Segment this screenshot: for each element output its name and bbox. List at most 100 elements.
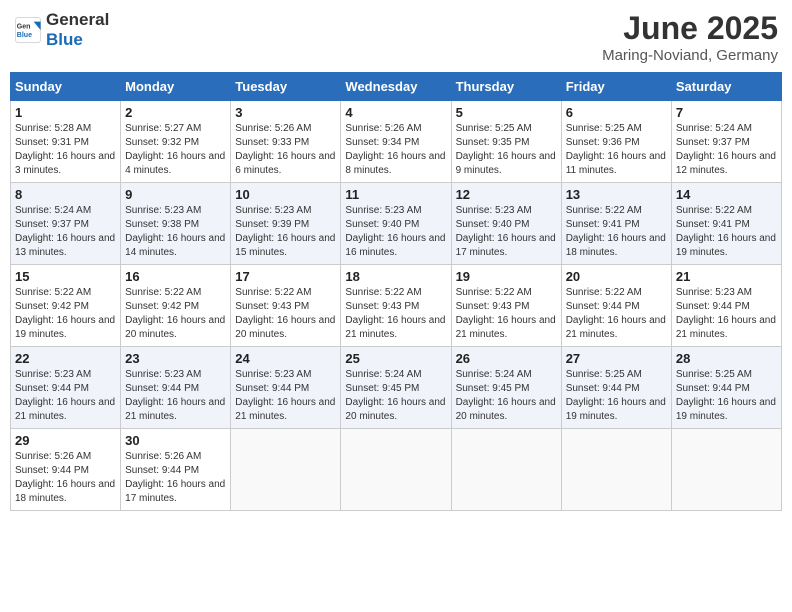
header-monday: Monday [121,73,231,101]
day-number: 2 [125,105,226,120]
sunset-label: Sunset: 9:38 PM [125,219,199,230]
day-number: 30 [125,433,226,448]
title-block: June 2025 Maring-Noviand, Germany [602,10,778,64]
day-info: Sunrise: 5:27 AM Sunset: 9:32 PM Dayligh… [125,122,226,178]
sunset-label: Sunset: 9:40 PM [345,219,419,230]
daylight-label: Daylight: 16 hours and 6 minutes. [235,151,335,176]
day-number: 23 [125,351,226,366]
sunset-label: Sunset: 9:40 PM [456,219,530,230]
day-number: 7 [676,105,777,120]
sunrise-label: Sunrise: 5:25 AM [566,369,642,380]
day-info: Sunrise: 5:23 AM Sunset: 9:38 PM Dayligh… [125,204,226,260]
calendar-cell: 23 Sunrise: 5:23 AM Sunset: 9:44 PM Dayl… [121,347,231,429]
sunrise-label: Sunrise: 5:23 AM [456,205,532,216]
day-info: Sunrise: 5:22 AM Sunset: 9:43 PM Dayligh… [456,286,557,342]
day-number: 4 [345,105,446,120]
day-number: 18 [345,269,446,284]
svg-text:Gen: Gen [17,24,31,31]
day-info: Sunrise: 5:22 AM Sunset: 9:44 PM Dayligh… [566,286,667,342]
calendar-cell: 15 Sunrise: 5:22 AM Sunset: 9:42 PM Dayl… [11,265,121,347]
calendar-cell: 14 Sunrise: 5:22 AM Sunset: 9:41 PM Dayl… [671,183,781,265]
calendar-table: SundayMondayTuesdayWednesdayThursdayFrid… [10,72,782,511]
calendar-header-row: SundayMondayTuesdayWednesdayThursdayFrid… [11,73,782,101]
daylight-label: Daylight: 16 hours and 21 minutes. [15,397,115,422]
sunrise-label: Sunrise: 5:22 AM [676,205,752,216]
sunrise-label: Sunrise: 5:26 AM [235,123,311,134]
sunset-label: Sunset: 9:36 PM [566,137,640,148]
sunrise-label: Sunrise: 5:26 AM [15,451,91,462]
day-number: 20 [566,269,667,284]
day-number: 5 [456,105,557,120]
day-info: Sunrise: 5:24 AM Sunset: 9:45 PM Dayligh… [456,368,557,424]
sunset-label: Sunset: 9:41 PM [566,219,640,230]
calendar-week-5: 29 Sunrise: 5:26 AM Sunset: 9:44 PM Dayl… [11,429,782,511]
daylight-label: Daylight: 16 hours and 21 minutes. [676,315,776,340]
sunrise-label: Sunrise: 5:24 AM [345,369,421,380]
day-info: Sunrise: 5:23 AM Sunset: 9:44 PM Dayligh… [125,368,226,424]
header-saturday: Saturday [671,73,781,101]
day-info: Sunrise: 5:22 AM Sunset: 9:43 PM Dayligh… [345,286,446,342]
calendar-cell: 28 Sunrise: 5:25 AM Sunset: 9:44 PM Dayl… [671,347,781,429]
calendar-cell: 17 Sunrise: 5:22 AM Sunset: 9:43 PM Dayl… [231,265,341,347]
calendar-cell: 7 Sunrise: 5:24 AM Sunset: 9:37 PM Dayli… [671,101,781,183]
sunrise-label: Sunrise: 5:22 AM [235,287,311,298]
sunset-label: Sunset: 9:34 PM [345,137,419,148]
sunset-label: Sunset: 9:44 PM [15,383,89,394]
sunrise-label: Sunrise: 5:23 AM [125,369,201,380]
sunrise-label: Sunrise: 5:25 AM [456,123,532,134]
svg-text:Blue: Blue [17,32,32,39]
daylight-label: Daylight: 16 hours and 21 minutes. [345,315,445,340]
calendar-cell: 27 Sunrise: 5:25 AM Sunset: 9:44 PM Dayl… [561,347,671,429]
daylight-label: Daylight: 16 hours and 19 minutes. [676,397,776,422]
daylight-label: Daylight: 16 hours and 14 minutes. [125,233,225,258]
calendar-cell [561,429,671,511]
day-number: 13 [566,187,667,202]
calendar-cell: 8 Sunrise: 5:24 AM Sunset: 9:37 PM Dayli… [11,183,121,265]
calendar-cell: 4 Sunrise: 5:26 AM Sunset: 9:34 PM Dayli… [341,101,451,183]
sunset-label: Sunset: 9:41 PM [676,219,750,230]
sunset-label: Sunset: 9:45 PM [345,383,419,394]
sunrise-label: Sunrise: 5:27 AM [125,123,201,134]
calendar-week-2: 8 Sunrise: 5:24 AM Sunset: 9:37 PM Dayli… [11,183,782,265]
sunset-label: Sunset: 9:44 PM [125,465,199,476]
daylight-label: Daylight: 16 hours and 20 minutes. [125,315,225,340]
calendar-cell: 9 Sunrise: 5:23 AM Sunset: 9:38 PM Dayli… [121,183,231,265]
day-number: 16 [125,269,226,284]
sunset-label: Sunset: 9:43 PM [345,301,419,312]
sunset-label: Sunset: 9:44 PM [566,301,640,312]
calendar-title: June 2025 [602,10,778,47]
daylight-label: Daylight: 16 hours and 13 minutes. [15,233,115,258]
sunset-label: Sunset: 9:44 PM [676,301,750,312]
day-number: 27 [566,351,667,366]
logo-icon: Gen Blue [14,16,42,44]
daylight-label: Daylight: 16 hours and 20 minutes. [345,397,445,422]
daylight-label: Daylight: 16 hours and 20 minutes. [456,397,556,422]
day-info: Sunrise: 5:26 AM Sunset: 9:33 PM Dayligh… [235,122,336,178]
calendar-cell: 10 Sunrise: 5:23 AM Sunset: 9:39 PM Dayl… [231,183,341,265]
header-friday: Friday [561,73,671,101]
calendar-cell: 24 Sunrise: 5:23 AM Sunset: 9:44 PM Dayl… [231,347,341,429]
sunset-label: Sunset: 9:33 PM [235,137,309,148]
daylight-label: Daylight: 16 hours and 19 minutes. [15,315,115,340]
day-number: 21 [676,269,777,284]
day-info: Sunrise: 5:28 AM Sunset: 9:31 PM Dayligh… [15,122,116,178]
sunrise-label: Sunrise: 5:23 AM [676,287,752,298]
sunset-label: Sunset: 9:37 PM [676,137,750,148]
daylight-label: Daylight: 16 hours and 19 minutes. [676,233,776,258]
day-number: 26 [456,351,557,366]
daylight-label: Daylight: 16 hours and 8 minutes. [345,151,445,176]
calendar-cell: 20 Sunrise: 5:22 AM Sunset: 9:44 PM Dayl… [561,265,671,347]
sunrise-label: Sunrise: 5:26 AM [345,123,421,134]
calendar-cell: 6 Sunrise: 5:25 AM Sunset: 9:36 PM Dayli… [561,101,671,183]
calendar-cell: 5 Sunrise: 5:25 AM Sunset: 9:35 PM Dayli… [451,101,561,183]
calendar-cell: 22 Sunrise: 5:23 AM Sunset: 9:44 PM Dayl… [11,347,121,429]
day-info: Sunrise: 5:23 AM Sunset: 9:40 PM Dayligh… [345,204,446,260]
sunset-label: Sunset: 9:32 PM [125,137,199,148]
day-number: 11 [345,187,446,202]
sunrise-label: Sunrise: 5:25 AM [676,369,752,380]
sunset-label: Sunset: 9:37 PM [15,219,89,230]
sunrise-label: Sunrise: 5:24 AM [15,205,91,216]
daylight-label: Daylight: 16 hours and 16 minutes. [345,233,445,258]
sunrise-label: Sunrise: 5:23 AM [125,205,201,216]
day-number: 14 [676,187,777,202]
